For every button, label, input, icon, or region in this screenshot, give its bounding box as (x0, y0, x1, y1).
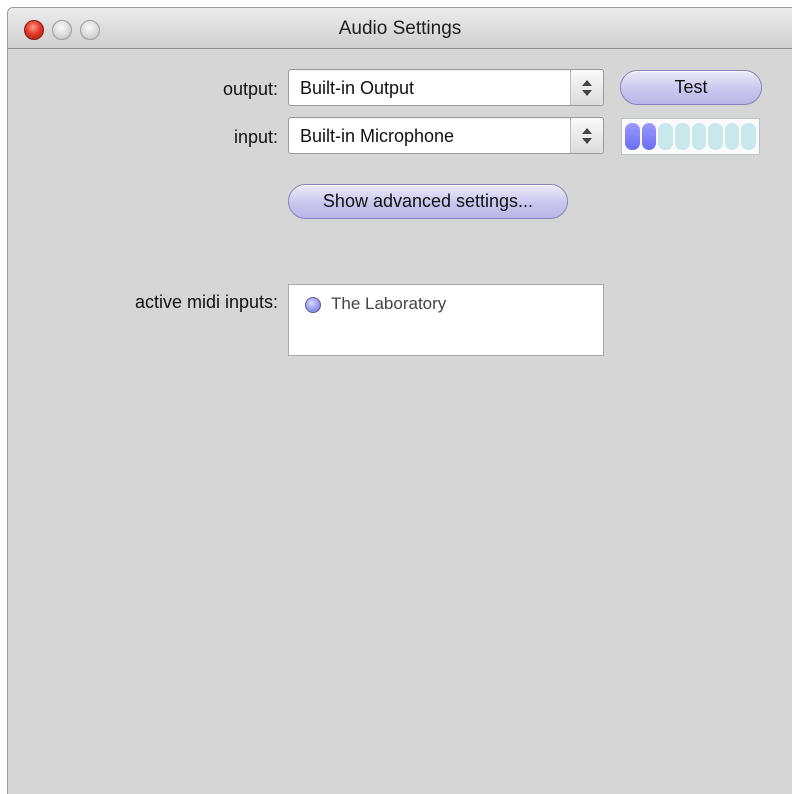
level-meter-segment (641, 123, 657, 150)
output-device-value: Built-in Output (300, 78, 415, 98)
level-meter-segment (658, 123, 673, 150)
window-title: Audio Settings (338, 18, 462, 39)
midi-input-name[interactable]: The Laboratory (331, 294, 446, 314)
output-device-select[interactable]: Built-in Output (288, 69, 604, 106)
title-bar: Audio Settings (8, 8, 792, 49)
level-meter-segment (691, 123, 707, 150)
output-stepper[interactable] (570, 70, 603, 105)
input-device-value: Built-in Microphone (300, 126, 455, 146)
input-stepper[interactable] (570, 118, 603, 153)
level-meter-segment (741, 123, 756, 150)
up-down-arrows-icon (582, 80, 592, 96)
test-button[interactable]: Test (620, 70, 762, 105)
audio-settings-window: Audio Settings output: Built-in Output T… (8, 8, 792, 794)
show-advanced-settings-button[interactable]: Show advanced settings... (288, 184, 568, 219)
level-meter-segment (625, 123, 640, 150)
active-midi-inputs-label: active midi inputs: (134, 292, 278, 312)
level-meter-segment (708, 123, 723, 150)
output-label: output: (222, 79, 278, 99)
midi-input-radio[interactable] (305, 297, 321, 313)
up-down-arrows-icon (582, 128, 592, 144)
input-label: input: (233, 127, 278, 147)
level-meter-segment (724, 123, 740, 150)
midi-inputs-list: The Laboratory (288, 284, 604, 356)
level-meter-segment (674, 123, 690, 150)
input-device-select[interactable]: Built-in Microphone (288, 117, 604, 154)
input-level-meter (621, 118, 760, 155)
